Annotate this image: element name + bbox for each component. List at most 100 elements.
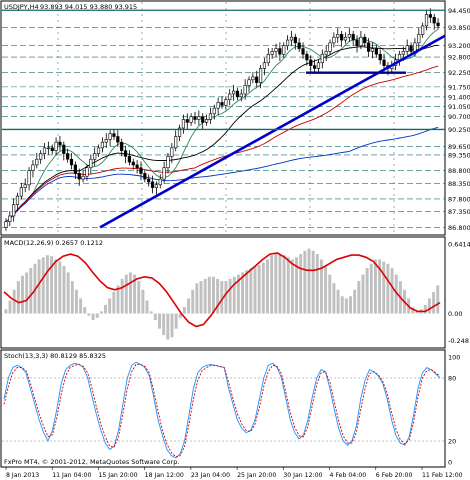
- candle-body: [42, 147, 47, 154]
- macd-bar: [141, 289, 145, 314]
- macd-bar: [62, 265, 66, 314]
- macd-bar: [361, 274, 365, 314]
- candle-body: [235, 90, 240, 98]
- macd-bar: [45, 255, 49, 314]
- candle-body: [174, 136, 178, 149]
- macd-bar: [282, 255, 286, 314]
- macd-bar: [162, 313, 166, 336]
- stoch-panel: 100 80 20 0 Stoch(13,3,3) 80.8129 85.8325 F…: [0, 349, 460, 468]
- macd-bar: [427, 298, 431, 314]
- macd-bar: [128, 272, 132, 314]
- candle-body: [100, 141, 104, 149]
- macd-bar: [199, 281, 203, 314]
- macd-bar: [349, 296, 352, 314]
- candle-body: [216, 102, 220, 109]
- candle-body: [340, 34, 344, 41]
- stoch-tick-label: 80: [448, 375, 456, 383]
- macd-bar: [274, 252, 278, 314]
- macd-bar: [187, 298, 191, 314]
- footer-copyright: FxPro MT4, © 2001-2012, MetaQuotes Softw…: [4, 458, 179, 466]
- candle-body: [193, 116, 197, 120]
- price-tick-label: 91.400: [448, 93, 470, 101]
- candle-body: [108, 133, 112, 140]
- macd-bar: [423, 304, 427, 314]
- candle-body: [309, 59, 313, 66]
- candle-body: [282, 45, 286, 55]
- price-tick-label: 93.850: [448, 24, 470, 32]
- stoch-label: Stoch(13,3,3) 80.8129 85.8325: [4, 352, 106, 360]
- macd-bar: [245, 270, 249, 314]
- candle-body: [166, 156, 170, 169]
- macd-bar: [386, 263, 390, 314]
- time-tick-label: 4 Feb 04:00: [330, 472, 367, 479]
- candle-body: [54, 141, 58, 152]
- macd-bar: [4, 309, 8, 314]
- time-tick-label: 15 Jan 20:00: [98, 472, 137, 479]
- candle-body: [220, 102, 224, 106]
- candle-body: [231, 90, 236, 95]
- candle-body: [4, 221, 8, 228]
- price-tick-label: 92.800: [448, 54, 470, 62]
- macd-bar: [74, 289, 78, 314]
- macd-bar: [253, 265, 257, 314]
- macd-bar: [174, 313, 178, 329]
- candle-body: [23, 184, 27, 188]
- macd-bar: [373, 259, 377, 314]
- price-tick-label: 88.350: [448, 180, 470, 188]
- candle-body: [424, 14, 429, 27]
- macd-bar: [207, 276, 211, 314]
- macd-tick-label: 0.6414: [448, 241, 470, 249]
- macd-bar: [303, 250, 307, 314]
- candle-body: [58, 141, 62, 146]
- candle-body: [19, 187, 23, 197]
- macd-bar: [21, 275, 24, 314]
- macd-bar: [299, 254, 303, 314]
- macd-bar: [99, 311, 103, 314]
- macd-bar: [344, 298, 348, 314]
- macd-bar: [83, 307, 87, 314]
- macd-bar: [270, 255, 274, 314]
- candle-body: [112, 133, 116, 137]
- stoch-tick-label: 20: [448, 438, 456, 446]
- price-tick-label: 93.200: [448, 42, 470, 50]
- candle-body: [367, 42, 371, 52]
- candle-body: [343, 36, 348, 41]
- candle-body: [150, 181, 155, 188]
- macd-bar: [324, 265, 328, 314]
- candle-body: [204, 119, 209, 123]
- macd-bar: [382, 261, 386, 314]
- price-tick-label: 88.800: [448, 167, 470, 175]
- candle-body: [62, 144, 66, 154]
- price-tick-label: 91.050: [448, 103, 470, 111]
- time-tick-label: 23 Jan 04:00: [191, 472, 230, 479]
- macd-bar: [104, 304, 108, 314]
- stoch-tick-label: 100: [448, 354, 460, 362]
- candle-body: [316, 62, 321, 69]
- candle-body: [382, 59, 386, 66]
- candle-body: [158, 178, 162, 186]
- macd-bar: [95, 313, 99, 318]
- candle-body: [428, 14, 432, 18]
- macd-bar: [58, 261, 62, 314]
- candle-body: [85, 167, 89, 177]
- macd-bar: [328, 274, 332, 314]
- macd-bar: [307, 248, 311, 314]
- candle-body: [181, 119, 186, 129]
- candle-body: [278, 48, 282, 55]
- candle-body: [266, 53, 270, 64]
- macd-bar: [12, 289, 16, 314]
- macd-bar: [66, 272, 70, 314]
- candle-body: [123, 150, 128, 157]
- macd-bar: [232, 276, 236, 314]
- macd-bar: [249, 268, 253, 314]
- macd-bar: [108, 298, 112, 314]
- macd-bar: [286, 257, 290, 314]
- macd-bar: [195, 283, 199, 314]
- candle-body: [285, 39, 290, 47]
- candle-body: [436, 22, 440, 27]
- macd-bar: [79, 298, 83, 314]
- macd-bar: [212, 276, 215, 314]
- price-tick-label: 89.650: [448, 143, 470, 151]
- candle-body: [31, 164, 35, 171]
- candle-body: [212, 107, 216, 115]
